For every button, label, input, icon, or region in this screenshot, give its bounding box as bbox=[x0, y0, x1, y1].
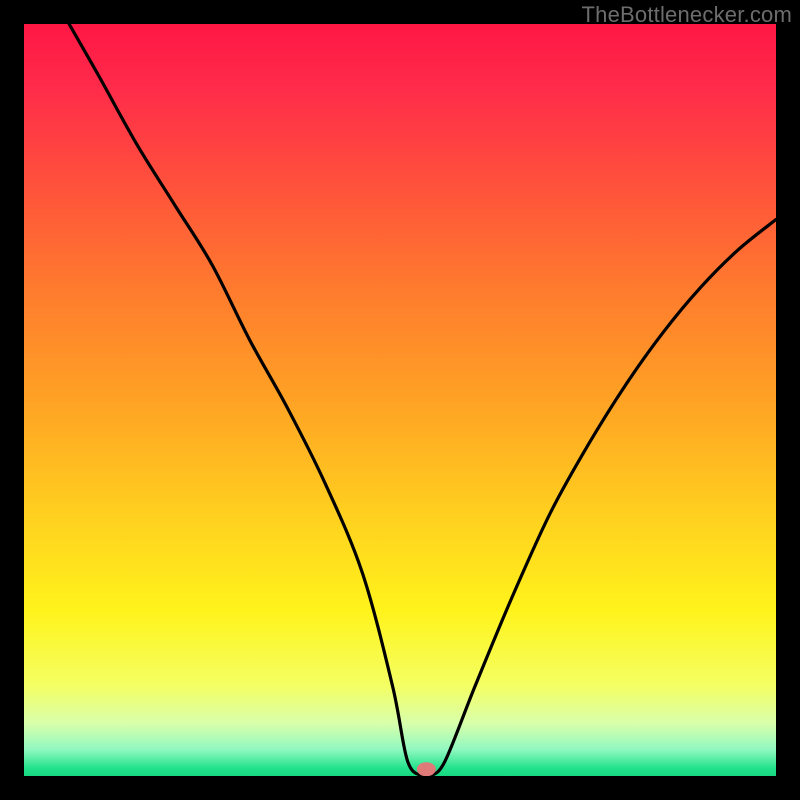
marker-dot bbox=[417, 762, 436, 776]
chart-svg bbox=[24, 24, 776, 776]
gradient-background bbox=[24, 24, 776, 776]
chart-stage: TheBottlenecker.com bbox=[0, 0, 800, 800]
plot-area bbox=[24, 24, 776, 776]
